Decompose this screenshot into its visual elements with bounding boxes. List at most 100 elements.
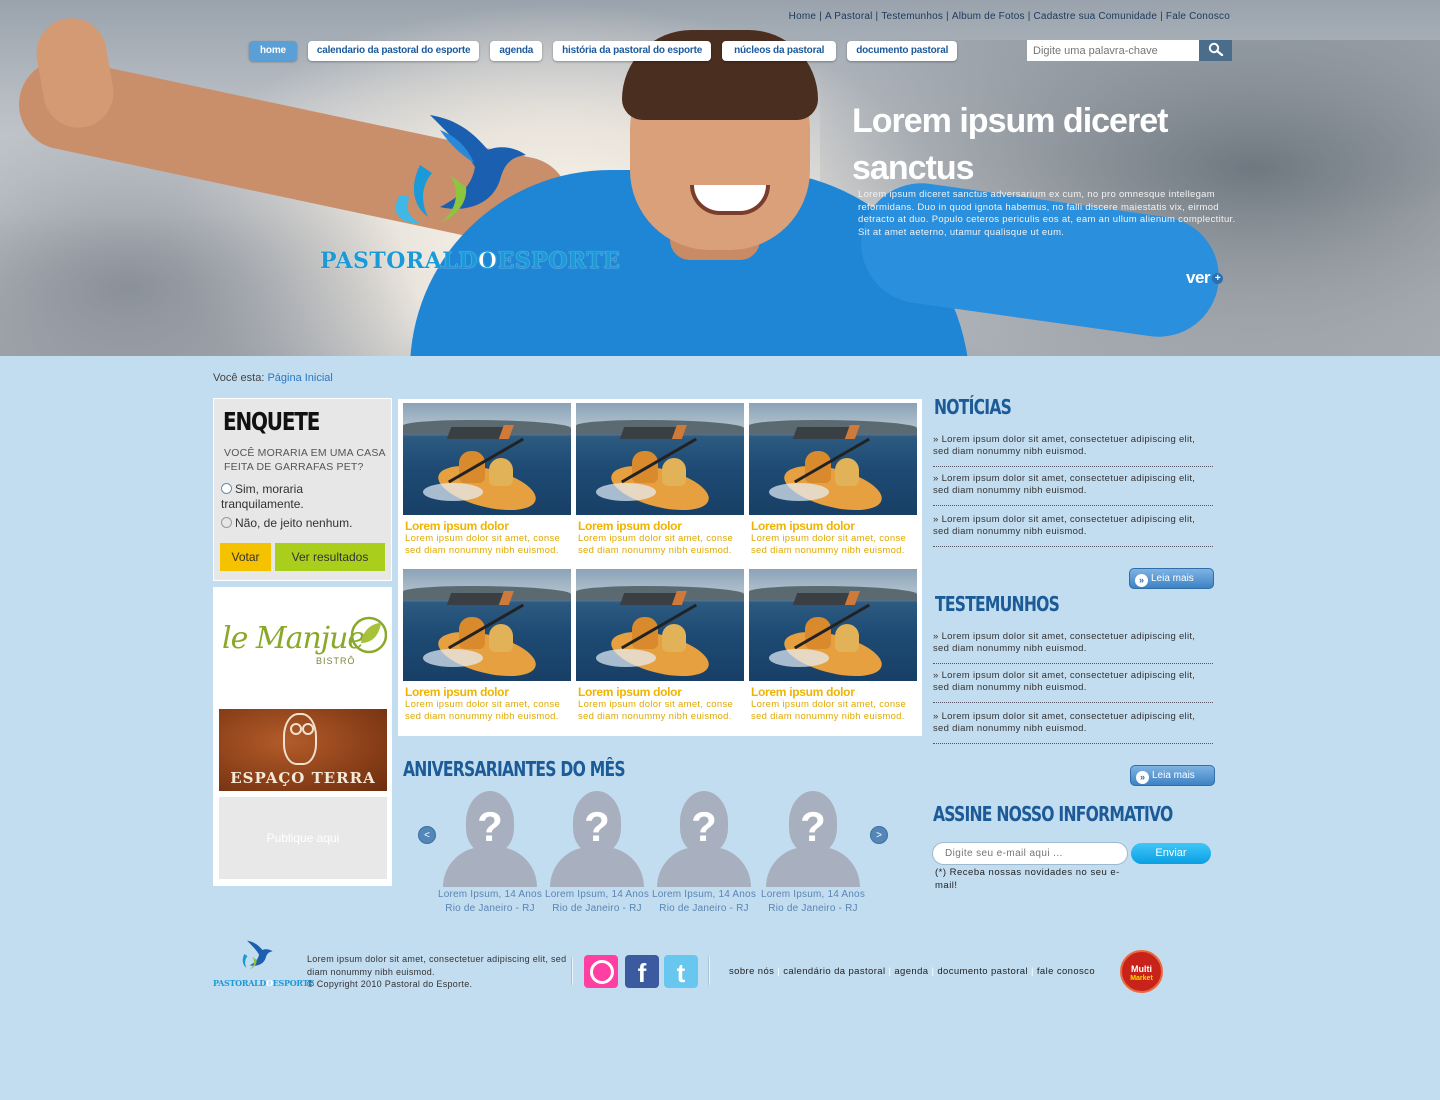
search-icon [1208, 42, 1223, 57]
poll-option-yes[interactable]: Sim, moraria tranquilamente. [221, 482, 386, 512]
vote-button[interactable]: Votar [220, 543, 271, 571]
poll-title: ENQUETE [223, 407, 320, 436]
logo-text: PASTORALDOESPORTE [320, 248, 621, 275]
chevron-right-icon: » [933, 631, 939, 642]
footer-logo[interactable]: PASTORALDOESPORTE [213, 938, 314, 990]
gallery-item[interactable]: Lorem ipsum dolor Lorem ipsum dolor sit … [749, 569, 917, 723]
footer-link-sobre[interactable]: sobre nós [729, 966, 774, 977]
nav-home[interactable]: home [249, 41, 297, 61]
avatar-placeholder-icon: ? [443, 791, 537, 887]
news-item[interactable]: » Lorem ipsum dolor sit amet, consectetue… [933, 434, 1213, 467]
chevron-right-icon: » [933, 514, 939, 525]
news-title: NOTÍCIAS [934, 395, 1012, 419]
hero-banner: Home | A Pastoral | Testemunhos | Album de Fot… [0, 0, 1440, 356]
hero-description: Lorem ipsum diceret sanctus adversarium … [858, 189, 1236, 238]
testimonials-title: TESTEMUNHOS [935, 592, 1060, 616]
birthday-card[interactable]: ? Lorem Ipsum, 14 Anos Rio de Janeiro - … [753, 791, 873, 915]
chevron-right-icon: » [933, 670, 939, 681]
testimonial-item[interactable]: » Lorem ipsum dolor sit amet, consectetue… [933, 711, 1213, 744]
avatar-placeholder-icon: ? [766, 791, 860, 887]
newsletter-title: ASSINE NOSSO INFORMATIVO [933, 802, 1173, 826]
view-results-button[interactable]: Ver resultados [275, 543, 385, 571]
double-chevron-icon: » [1135, 574, 1148, 587]
hero-title: Lorem ipsum diceret sanctus [852, 102, 1168, 187]
breadcrumb: Você esta: Página Inicial [213, 372, 333, 384]
gallery-item[interactable]: Lorem ipsum dolor Lorem ipsum dolor sit … [576, 569, 744, 723]
newsletter-note: (*) Receba nossas novidades no seu e-mai… [935, 867, 1120, 891]
gallery-photo [403, 569, 571, 681]
toplink-testemunhos[interactable]: Testemunhos [881, 11, 943, 22]
testimonials-read-more-button[interactable]: » Leia mais [1130, 765, 1215, 786]
chevron-right-icon: » [933, 711, 939, 722]
nav-calendario[interactable]: calendario da pastoral do esporte [307, 41, 480, 61]
logo-dove-icon [395, 115, 526, 224]
poll-question: VOCÊ MORARIA EM UMA CASA FEITA DE GARRAF… [224, 447, 386, 473]
nav-historia[interactable]: história da pastoral do esporte [553, 41, 712, 61]
breadcrumb-label: Você esta: [213, 372, 265, 384]
footer-text: Lorem ipsum dolor sit amet, consectetuer… [307, 954, 567, 989]
gallery-item[interactable]: Lorem ipsum dolor Lorem ipsum dolor sit … [749, 403, 917, 557]
toplink-album[interactable]: Album de Fotos [952, 11, 1025, 22]
search-button[interactable] [1199, 40, 1232, 61]
leaf-icon [350, 616, 387, 654]
footer-link-fale-conosco[interactable]: fale conosco [1037, 966, 1095, 977]
newsletter-submit-button[interactable]: Enviar [1131, 843, 1211, 864]
ad-espaco-terra[interactable]: ESPAÇO TERRA [219, 709, 387, 791]
footer-divider [708, 957, 710, 985]
twitter-icon[interactable]: t [664, 955, 698, 988]
plus-circle-icon: + [1212, 273, 1224, 285]
nav-nucleos[interactable]: núcleos da pastoral [722, 41, 837, 61]
gallery-photo [749, 403, 917, 515]
chevron-right-icon: » [933, 473, 939, 484]
main-nav: home calendario da pastoral do esporte a… [249, 41, 968, 61]
search-input[interactable] [1027, 40, 1199, 61]
nav-documento[interactable]: documento pastoral [847, 41, 958, 61]
testimonial-item[interactable]: » Lorem ipsum dolor sit amet, consectetue… [933, 670, 1213, 703]
birthdays-title: ANIVERSARIANTES DO MÊS [403, 757, 626, 781]
news-item[interactable]: » Lorem ipsum dolor sit amet, consectetue… [933, 514, 1213, 547]
birthday-card[interactable]: ? Lorem Ipsum, 14 Anos Rio de Janeiro - … [537, 791, 657, 915]
orkut-icon[interactable] [584, 955, 618, 988]
footer-link-agenda[interactable]: agenda [894, 966, 928, 977]
poll-box: ENQUETE VOCÊ MORARIA EM UMA CASA FEITA D… [213, 398, 392, 581]
logo-dove-icon [242, 940, 273, 970]
facebook-icon[interactable]: f [625, 955, 659, 988]
toplink-pastoral[interactable]: A Pastoral [825, 11, 873, 22]
hero-more-link[interactable]: ver + [1186, 268, 1224, 288]
sponsor-logo[interactable]: Multi Market [1120, 950, 1163, 993]
birthday-card[interactable]: ? Lorem Ipsum, 14 Anos Rio de Janeiro - … [644, 791, 764, 915]
testimonial-item[interactable]: » Lorem ipsum dolor sit amet, consectetue… [933, 631, 1213, 664]
gallery-photo [576, 403, 744, 515]
toplink-home[interactable]: Home [789, 11, 816, 22]
ads-box: le Manjue BISTRÔ ESPAÇO TERRA Publique a… [213, 587, 392, 886]
toplink-cadastre[interactable]: Cadastre sua Comunidade [1034, 11, 1158, 22]
news-item[interactable]: » Lorem ipsum dolor sit amet, consectetue… [933, 473, 1213, 506]
photo-gallery: Lorem ipsum dolor Lorem ipsum dolor sit … [398, 399, 922, 736]
gallery-item[interactable]: Lorem ipsum dolor Lorem ipsum dolor sit … [576, 403, 744, 557]
gallery-photo [749, 569, 917, 681]
birthday-card[interactable]: ? Lorem Ipsum, 14 Anos Rio de Janeiro - … [430, 791, 550, 915]
search-box [1027, 40, 1232, 61]
radio-no[interactable] [221, 517, 232, 528]
radio-yes[interactable] [221, 483, 232, 494]
news-read-more-button[interactable]: » Leia mais [1129, 568, 1214, 589]
newsletter-email-field[interactable] [932, 842, 1128, 865]
footer-link-calendario[interactable]: calendário da pastoral [783, 966, 885, 977]
avatar-placeholder-icon: ? [550, 791, 644, 887]
gallery-photo [576, 569, 744, 681]
gallery-photo [403, 403, 571, 515]
breadcrumb-current[interactable]: Página Inicial [267, 372, 332, 384]
ad-publique-aqui[interactable]: Publique aqui [219, 797, 387, 879]
avatar-placeholder-icon: ? [657, 791, 751, 887]
gallery-item[interactable]: Lorem ipsum dolor Lorem ipsum dolor sit … [403, 569, 571, 723]
footer-link-documento[interactable]: documento pastoral [937, 966, 1028, 977]
nav-agenda[interactable]: agenda [490, 41, 543, 61]
footer-divider [571, 957, 573, 985]
toplink-fale-conosco[interactable]: Fale Conosco [1166, 11, 1230, 22]
gallery-item[interactable]: Lorem ipsum dolor Lorem ipsum dolor sit … [403, 403, 571, 557]
poll-option-no[interactable]: Não, de jeito nenhum. [221, 516, 386, 531]
top-links: Home | A Pastoral | Testemunhos | Album de Fot… [788, 11, 1230, 22]
owl-icon [283, 713, 317, 765]
ad-le-manjue[interactable]: le Manjue BISTRÔ [219, 607, 387, 677]
chevron-right-icon: » [933, 434, 939, 445]
